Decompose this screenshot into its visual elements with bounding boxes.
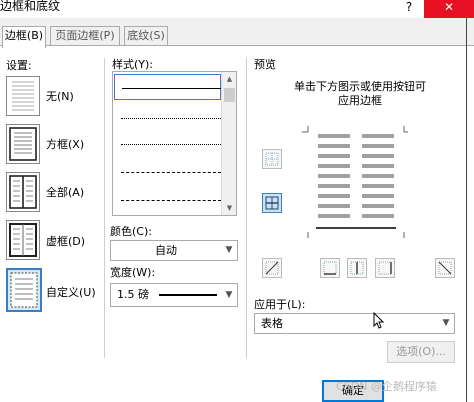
separator-left [104,58,105,358]
border-diagonal-down-button[interactable] [262,258,282,278]
border-none-icon [12,81,34,111]
apply-to-heading: 应用于(L): [254,298,306,311]
border-bottom-button[interactable] [320,258,340,278]
style-option-dashed[interactable] [121,172,221,173]
window-edge [466,18,467,402]
color-heading: 颜色(C): [110,225,152,238]
tab-page-borders[interactable]: 页面边框(P) [50,26,120,46]
width-dropdown[interactable]: 1.5 磅 ▼ [110,283,238,307]
tab-shading[interactable]: 底纹(S) [124,26,168,46]
setting-custom-button[interactable] [6,268,42,312]
width-line-sample [159,294,217,296]
tab-borders[interactable]: 边框(B) [2,26,46,48]
border-top-icon [265,152,279,166]
separator-right [246,58,247,358]
title-bar: 边框和底纹 ? ✕ [0,0,474,18]
watermark-text: CSDN @企鹅程序猿 [336,380,437,393]
border-all-icon [9,175,37,209]
style-option-solid[interactable] [114,74,222,100]
border-inside-horizontal-icon [265,196,279,210]
style-option-dash-dot[interactable] [121,200,221,201]
setting-none-button[interactable] [6,76,40,116]
border-right-button[interactable] [375,258,395,278]
style-option-fine-dotted[interactable] [121,144,221,145]
border-custom-icon [10,272,38,308]
setting-grid-button[interactable] [6,220,40,260]
setting-none-label: 无(N) [46,90,74,103]
diagonal-up-icon [438,261,452,275]
style-listbox[interactable]: ▲ ▼ [112,71,237,216]
apply-to-value: 表格 [261,317,283,330]
setting-all-label: 全部(A) [46,186,85,199]
preview-table[interactable] [300,122,410,242]
settings-heading: 设置: [6,59,32,72]
width-heading: 宽度(W): [110,266,156,279]
help-button[interactable]: ? [403,0,415,14]
color-dropdown[interactable]: 自动 ▼ [110,240,238,261]
options-button[interactable]: 选项(O)... [387,341,455,363]
setting-custom-label: 自定义(U) [46,286,96,299]
color-value: 自动 [155,244,177,257]
chevron-down-icon: ▼ [225,290,233,300]
window-title: 边框和底纹 [0,0,61,13]
preview-instruction-line1: 单击下方图示或使用按钮可 [294,80,426,93]
chevron-down-icon: ▼ [442,318,450,328]
close-icon: ✕ [443,0,455,14]
mouse-cursor-icon [373,312,385,329]
border-top-button[interactable] [262,149,282,169]
border-inside-horizontal-button[interactable] [262,193,282,213]
border-bottom-icon [323,261,337,275]
scroll-up-icon[interactable]: ▲ [222,72,236,86]
style-scrollbar[interactable]: ▲ ▼ [221,72,236,215]
chevron-down-icon: ▼ [225,245,233,255]
border-right-icon [378,261,392,275]
scroll-down-icon[interactable]: ▼ [222,201,236,215]
setting-box-button[interactable] [6,124,40,164]
scroll-thumb[interactable] [224,88,235,102]
setting-grid-label: 虚框(D) [46,235,86,248]
setting-box-label: 方框(X) [46,138,85,151]
preview-heading: 预览 [254,58,276,71]
border-diagonal-up-button[interactable] [435,258,455,278]
preview-instruction-line2: 应用边框 [338,94,382,107]
border-box-icon [9,127,37,161]
apply-to-dropdown[interactable]: 表格 ▼ [254,313,455,334]
tab-bar: 边框(B) 页面边框(P) 底纹(S) [0,26,474,48]
border-inside-vertical-button[interactable] [347,258,367,278]
style-heading: 样式(Y): [112,58,154,71]
width-value: 1.5 磅 [117,288,149,301]
setting-all-button[interactable] [6,172,40,212]
style-option-dotted[interactable] [121,118,221,119]
close-button[interactable]: ✕ [424,0,474,18]
border-inside-vertical-icon [350,261,364,275]
border-grid-icon [9,223,37,257]
diagonal-down-icon [265,261,279,275]
